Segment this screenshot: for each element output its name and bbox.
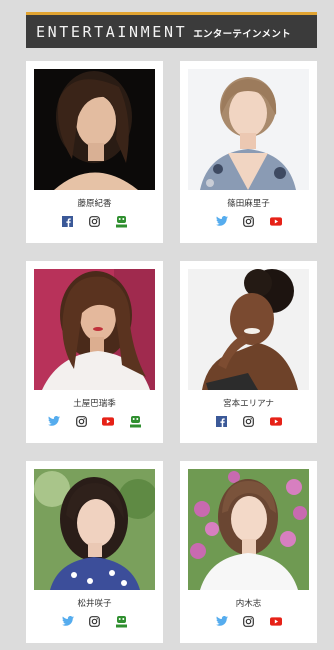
- facebook-icon[interactable]: [216, 415, 228, 427]
- talent-card[interactable]: 篠田麻里子: [180, 61, 317, 243]
- youtube-icon[interactable]: [269, 215, 282, 227]
- instagram-icon[interactable]: [243, 215, 255, 227]
- youtube-icon[interactable]: [269, 415, 282, 427]
- talent-name: 藤原紀香: [77, 199, 112, 209]
- section-title-en: ENTERTAINMENT: [36, 22, 188, 41]
- talent-card[interactable]: 内木志: [180, 461, 317, 643]
- social-links: [180, 414, 317, 428]
- instagram-icon[interactable]: [89, 615, 101, 627]
- talent-card[interactable]: 宮本エリアナ: [180, 261, 317, 443]
- talent-name: 松井咲子: [77, 599, 112, 609]
- talent-name: 篠田麻里子: [227, 199, 270, 209]
- twitter-icon[interactable]: [48, 415, 60, 427]
- social-links: [26, 214, 163, 228]
- blog-icon[interactable]: [116, 215, 128, 227]
- social-links: [180, 214, 317, 228]
- twitter-icon[interactable]: [61, 615, 74, 627]
- instagram-icon[interactable]: [243, 615, 255, 627]
- social-links: [26, 614, 163, 628]
- section-title-ja: エンターテインメント: [193, 29, 291, 40]
- talent-name: 内木志: [235, 599, 262, 609]
- instagram-icon[interactable]: [243, 415, 255, 427]
- youtube-icon[interactable]: [269, 615, 282, 627]
- talent-photo[interactable]: [188, 269, 309, 390]
- twitter-icon[interactable]: [215, 615, 228, 627]
- facebook-icon[interactable]: [62, 215, 74, 227]
- talent-name: 宮本エリアナ: [223, 399, 274, 409]
- talent-card[interactable]: 土屋巴瑞季: [26, 261, 163, 443]
- instagram-icon[interactable]: [89, 215, 101, 227]
- talent-card[interactable]: 藤原紀香: [26, 61, 163, 243]
- section-header: ENTERTAINMENT エンターテインメント: [26, 12, 317, 48]
- talent-photo[interactable]: [34, 469, 155, 590]
- social-links: [180, 614, 317, 628]
- talent-photo[interactable]: [188, 469, 309, 590]
- talent-photo[interactable]: [188, 69, 309, 190]
- social-links: [26, 414, 163, 428]
- talent-photo[interactable]: [34, 269, 155, 390]
- talent-photo[interactable]: [34, 69, 155, 190]
- instagram-icon[interactable]: [75, 415, 87, 427]
- talent-card[interactable]: 松井咲子: [26, 461, 163, 643]
- youtube-icon[interactable]: [102, 415, 114, 427]
- talent-name: 土屋巴瑞季: [73, 399, 116, 409]
- twitter-icon[interactable]: [215, 215, 228, 227]
- blog-icon[interactable]: [116, 615, 128, 627]
- blog-icon[interactable]: [129, 415, 141, 427]
